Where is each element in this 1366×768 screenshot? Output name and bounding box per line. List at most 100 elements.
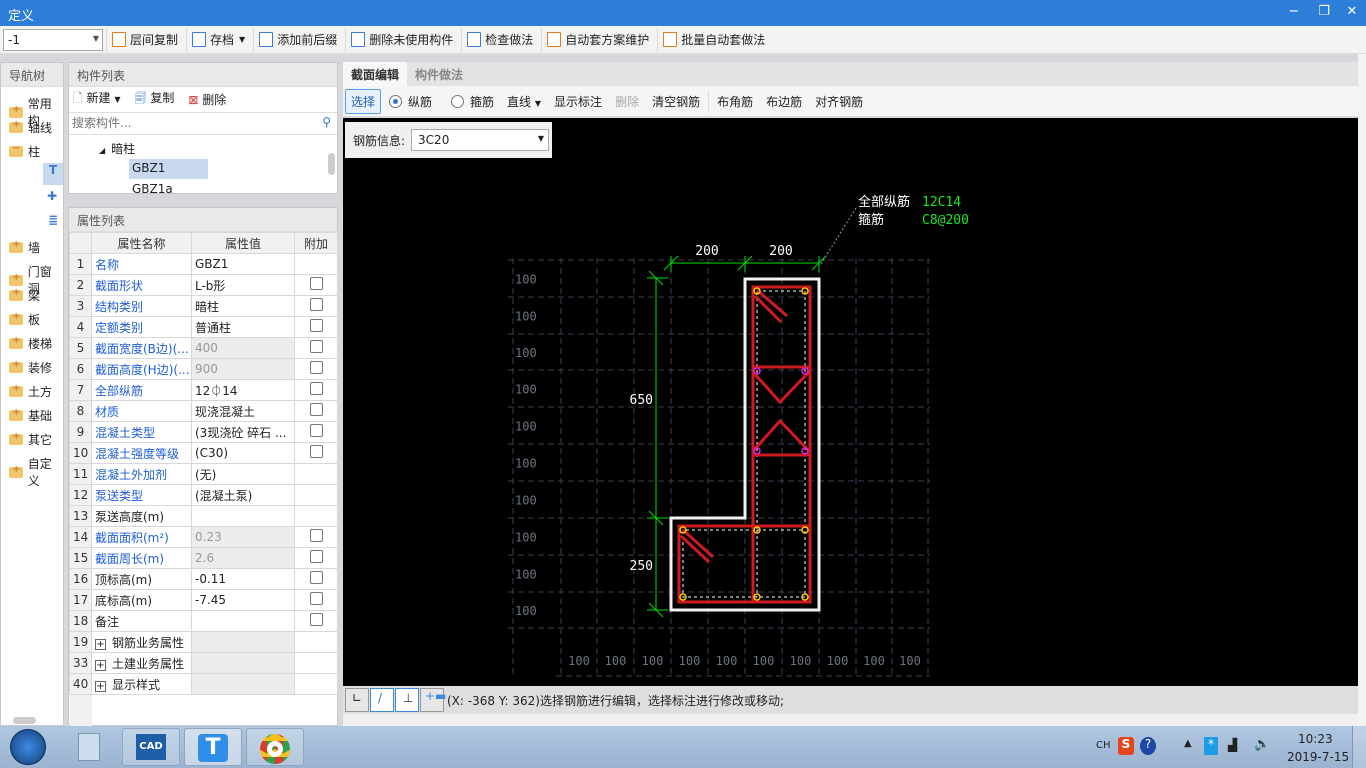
extra-checkbox[interactable] <box>309 319 323 332</box>
extra-checkbox[interactable] <box>309 529 323 542</box>
dim-height-1[interactable]: 650 <box>630 393 653 408</box>
show-dimension-button[interactable]: 显示标注 <box>549 90 607 113</box>
nav-item-wall[interactable]: 墙 <box>9 239 40 256</box>
snap-point-icon[interactable]: +▬ <box>420 688 446 712</box>
stirrup-radio[interactable]: 箍筋 <box>446 90 499 113</box>
property-value[interactable] <box>191 652 295 674</box>
minimize-button[interactable]: − <box>1284 4 1304 19</box>
table-row[interactable]: 16 顶标高(m) -0.11 <box>69 568 338 590</box>
hidden-column-icon[interactable]: ≣ <box>48 213 58 227</box>
table-row[interactable]: 3 结构类别 暗柱 <box>69 295 338 317</box>
extra-checkbox[interactable] <box>309 403 323 416</box>
edge-rebar-button[interactable]: 布边筋 <box>761 90 807 113</box>
table-row[interactable]: 15 截面周长(m) 2.6 <box>69 547 338 569</box>
property-name[interactable]: + 显示样式 <box>91 673 192 695</box>
property-value[interactable]: GBZ1 <box>191 253 295 275</box>
table-row[interactable]: 13 泵送高度(m) <box>69 505 338 527</box>
property-value[interactable]: 普通柱 <box>191 316 295 338</box>
property-value[interactable]: 暗柱 <box>191 295 295 317</box>
extra-checkbox[interactable] <box>309 382 323 395</box>
expand-icon[interactable]: + <box>95 680 106 692</box>
table-row[interactable]: 8 材质 现浇混凝土 <box>69 400 338 422</box>
property-value[interactable]: L-b形 <box>191 274 295 296</box>
horizontal-scrollbar[interactable] <box>13 717 36 724</box>
list-item-selected[interactable]: GBZ1 <box>129 159 208 179</box>
section-canvas[interactable]: 100 100 100 100 100 100 100 100 100 100 100 100 100 1… <box>343 118 1358 686</box>
list-item[interactable]: GBZ1a <box>132 182 173 196</box>
check-method-button[interactable]: 检查做法 <box>461 27 538 52</box>
table-row[interactable]: 19 + 钢筋业务属性 <box>69 631 338 653</box>
snap-perpendicular-icon[interactable]: ⊥ <box>395 688 419 712</box>
table-row[interactable]: 7 全部纵筋 12⏀14 <box>69 379 338 401</box>
clock-time[interactable]: 10:23 <box>1298 732 1333 746</box>
tree-group-hidden-column[interactable]: ◢ 暗柱 <box>99 140 135 157</box>
network-icon[interactable]: ▟ <box>1228 738 1237 752</box>
nav-item-stair[interactable]: 楼梯 <box>9 335 52 352</box>
close-button[interactable]: ✕ <box>1342 4 1362 19</box>
show-hidden-icons[interactable]: ▲ <box>1184 738 1192 749</box>
table-row[interactable]: 12 泵送类型 (混凝土泵) <box>69 484 338 506</box>
property-value[interactable]: -0.11 <box>191 568 295 590</box>
table-row[interactable]: 11 混凝土外加剂 (无) <box>69 463 338 485</box>
property-name[interactable]: + 土建业务属性 <box>91 652 192 674</box>
dim-height-2[interactable]: 250 <box>630 559 653 574</box>
language-indicator[interactable]: CH <box>1096 740 1111 751</box>
vertical-scrollbar[interactable] <box>328 153 335 175</box>
calculator-icon[interactable] <box>78 733 100 761</box>
extra-checkbox[interactable] <box>309 340 323 353</box>
copy-button[interactable]: 🗐 复制 <box>134 89 174 110</box>
nav-item-earthwork[interactable]: 土方 <box>9 383 52 400</box>
property-value[interactable]: 现浇混凝土 <box>191 400 295 422</box>
search-icon[interactable]: ⚲ <box>322 115 331 129</box>
extra-checkbox[interactable] <box>309 277 323 290</box>
extra-checkbox[interactable] <box>309 445 323 458</box>
new-button[interactable]: 🗋 新建 ▼ <box>73 89 120 110</box>
extra-checkbox[interactable] <box>309 571 323 584</box>
section-drawing[interactable]: 100 100 100 100 100 100 100 100 100 100 100 100 100 1… <box>343 118 1358 686</box>
extra-checkbox[interactable] <box>309 613 323 626</box>
table-row[interactable]: 17 底标高(m) -7.45 <box>69 589 338 611</box>
nav-item-axis[interactable]: 轴线 <box>9 119 52 136</box>
column-icon[interactable]: T <box>43 163 63 185</box>
expand-icon[interactable]: + <box>95 659 106 671</box>
copy-between-floors-button[interactable]: 层间复制 <box>106 27 183 52</box>
extra-checkbox[interactable] <box>309 550 323 563</box>
delete-button[interactable]: ⊠ 删除 <box>188 91 226 108</box>
table-row[interactable]: 9 混凝土类型 (3现浇砼 碎石 ... <box>69 421 338 443</box>
taskbar-cad-app[interactable]: CAD <box>122 728 180 766</box>
clear-rebar-button[interactable]: 清空钢筋 <box>647 90 705 113</box>
property-value[interactable]: (C30) <box>191 442 295 464</box>
line-dropdown[interactable]: 直线 ▼ <box>502 90 546 113</box>
table-row[interactable]: 10 混凝土强度等级 (C30) <box>69 442 338 464</box>
clock-date[interactable]: 2019-7-15 <box>1287 750 1349 764</box>
nav-item-foundation[interactable]: 基础 <box>9 407 52 424</box>
tab-component-method[interactable]: 构件做法 <box>407 62 471 86</box>
table-row[interactable]: 33 + 土建业务属性 <box>69 652 338 674</box>
table-row[interactable]: 18 备注 <box>69 610 338 632</box>
ortho-icon[interactable]: ∟ <box>345 688 369 712</box>
show-desktop-button[interactable] <box>1352 726 1366 768</box>
property-value[interactable]: (3现浇砼 碎石 ... <box>191 421 295 443</box>
align-rebar-button[interactable]: 对齐钢筋 <box>810 90 868 113</box>
property-value[interactable] <box>191 505 295 527</box>
corner-rebar-button[interactable]: 布角筋 <box>708 89 758 113</box>
expand-icon[interactable]: + <box>95 638 106 650</box>
annot-stirrup-value[interactable]: C8@200 <box>922 213 969 228</box>
property-value[interactable]: 12⏀14 <box>191 379 295 401</box>
property-value[interactable]: 900 <box>191 358 295 380</box>
table-row[interactable]: 6 截面高度(H边)(... 900 <box>69 358 338 380</box>
table-row[interactable]: 5 截面宽度(B边)(... 400 <box>69 337 338 359</box>
table-row[interactable]: 40 + 显示样式 <box>69 673 338 695</box>
extra-checkbox[interactable] <box>309 424 323 437</box>
property-value[interactable]: (无) <box>191 463 295 485</box>
table-row[interactable]: 14 截面面积(m²) 0.23 <box>69 526 338 548</box>
property-value[interactable] <box>191 631 295 653</box>
property-name[interactable]: + 钢筋业务属性 <box>91 631 192 653</box>
batch-auto-button[interactable]: 批量自动套做法 <box>657 27 770 52</box>
select-button[interactable]: 选择 <box>345 88 382 114</box>
extra-checkbox[interactable] <box>309 592 323 605</box>
nav-item-column[interactable]: 柱 <box>9 143 40 160</box>
taskbar-browser[interactable] <box>246 728 304 766</box>
property-value[interactable]: 400 <box>191 337 295 359</box>
nav-item-slab[interactable]: 板 <box>9 311 40 328</box>
